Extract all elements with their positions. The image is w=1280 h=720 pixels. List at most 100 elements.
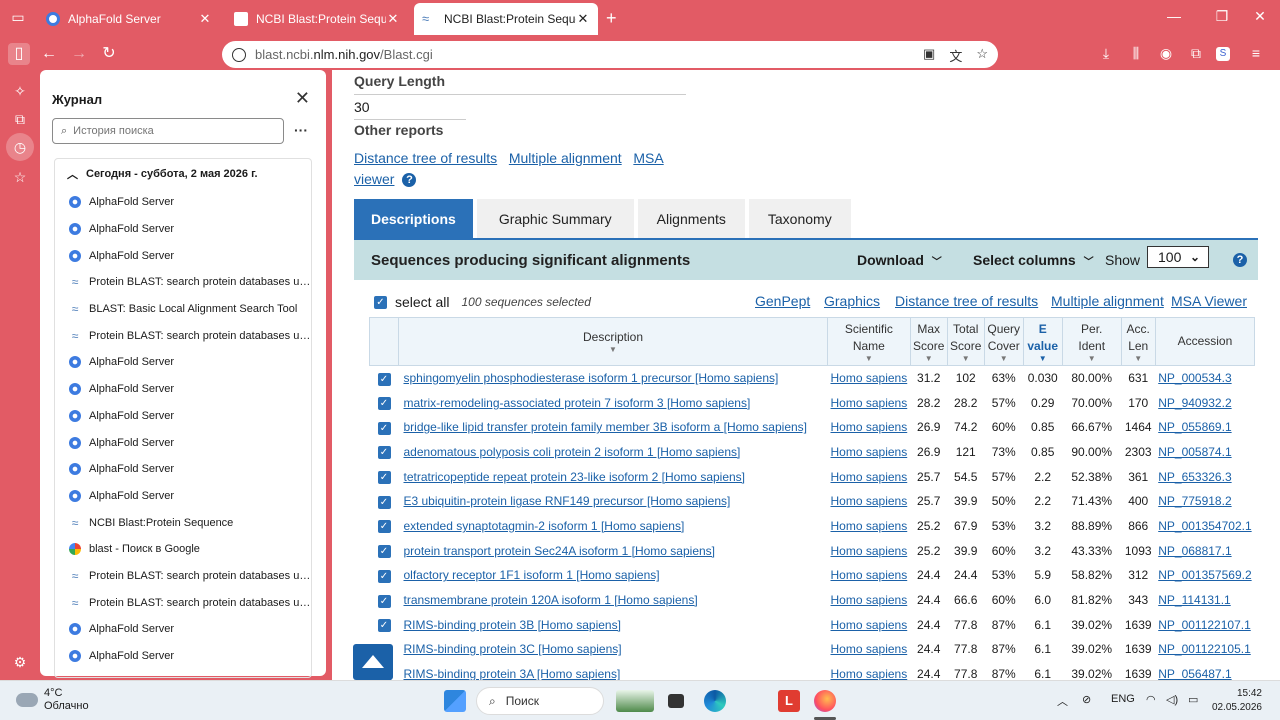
scroll-to-top-button[interactable] bbox=[353, 644, 393, 680]
history-icon[interactable]: ◷ bbox=[6, 133, 34, 161]
extension-badge-icon[interactable]: S bbox=[1216, 47, 1230, 61]
close-icon[interactable]: ✕ bbox=[295, 88, 310, 109]
scientific-name-link[interactable]: Homo sapiens bbox=[831, 667, 908, 680]
row-checkbox[interactable]: ✓ bbox=[377, 545, 391, 559]
history-item[interactable]: ≈ Protein BLAST: search protein databases… bbox=[55, 322, 311, 349]
row-checkbox[interactable]: ✓ bbox=[377, 569, 391, 583]
history-item[interactable]: ≈ Protein BLAST: search protein databases… bbox=[55, 589, 311, 616]
history-item[interactable]: ≈ BLAST: Basic Local Alignment Search Too… bbox=[55, 296, 311, 323]
accession-link[interactable]: NP_775918.2 bbox=[1158, 494, 1231, 508]
history-item[interactable]: blast - Поиск в Google bbox=[55, 536, 311, 563]
app-l-icon[interactable]: L bbox=[778, 690, 800, 712]
chevron-up-icon[interactable]: ︿ bbox=[1057, 693, 1068, 709]
scientific-name-link[interactable]: Homo sapiens bbox=[831, 445, 908, 459]
row-checkbox[interactable]: ✓ bbox=[377, 471, 391, 485]
history-item[interactable]: AlphaFold Server bbox=[55, 376, 311, 403]
reload-icon[interactable]: ↻ bbox=[98, 43, 120, 65]
accession-link[interactable]: NP_940932.2 bbox=[1158, 396, 1231, 410]
history-item[interactable]: AlphaFold Server bbox=[55, 216, 311, 243]
sidebar-toggle-icon[interactable]: ▯ bbox=[8, 43, 30, 65]
column-header-acc-len[interactable]: Acc. Len ▼ bbox=[1120, 317, 1156, 366]
weather-widget[interactable]: 4°C Облачно bbox=[16, 687, 89, 713]
address-bar[interactable]: blast.ncbi.nlm.nih.gov/Blast.cgi ▣ 文 ☆ bbox=[222, 41, 998, 68]
accession-link[interactable]: NP_068817.1 bbox=[1158, 544, 1231, 558]
select-columns-dropdown[interactable]: Select columns ﹀ bbox=[973, 252, 1094, 268]
tab-ncbi-blast-1[interactable]: NCBI Blast:Protein Sequence ✕ bbox=[226, 6, 408, 32]
history-item[interactable]: AlphaFold Server bbox=[55, 616, 311, 643]
tab-alignments[interactable]: Alignments bbox=[637, 199, 745, 239]
accession-link[interactable]: NP_114131.1 bbox=[1158, 593, 1231, 607]
close-tab-icon[interactable]: ✕ bbox=[198, 11, 212, 27]
wifi-icon[interactable]: ◠ bbox=[1146, 693, 1156, 706]
column-header-total-score[interactable]: Total Score ▼ bbox=[946, 317, 985, 366]
row-checkbox[interactable]: ✓ bbox=[377, 520, 391, 534]
row-checkbox[interactable]: ✓ bbox=[377, 495, 391, 509]
downloads-icon[interactable]: ⤓ bbox=[1096, 45, 1116, 62]
tab-graphic-summary[interactable]: Graphic Summary bbox=[476, 199, 634, 239]
scientific-name-link[interactable]: Homo sapiens bbox=[831, 593, 908, 607]
history-item[interactable]: ≈ NCBI Blast:Protein Sequence bbox=[55, 509, 311, 536]
row-checkbox[interactable]: ✓ bbox=[377, 372, 391, 386]
battery-icon[interactable]: ▭ bbox=[1188, 693, 1198, 706]
extensions-icon[interactable]: ⧉ bbox=[1186, 45, 1206, 62]
description-link[interactable]: tetratricopeptide repeat protein 23-like… bbox=[404, 470, 746, 484]
close-window-icon[interactable]: ✕ bbox=[1250, 8, 1270, 25]
description-link[interactable]: bridge-like lipid transfer protein famil… bbox=[404, 420, 808, 434]
msa-viewer-link[interactable]: MSA Viewer bbox=[1171, 293, 1247, 309]
site-info-icon[interactable] bbox=[232, 47, 246, 62]
accession-link[interactable]: NP_001357569.2 bbox=[1158, 568, 1251, 582]
history-item[interactable]: AlphaFold Server bbox=[55, 483, 311, 510]
new-tab-icon[interactable]: + bbox=[606, 8, 617, 29]
description-link[interactable]: olfactory receptor 1F1 isoform 1 [Homo s… bbox=[404, 568, 660, 582]
row-checkbox[interactable]: ✓ bbox=[377, 594, 391, 608]
history-item[interactable]: AlphaFold Server bbox=[55, 189, 311, 216]
accession-link[interactable]: NP_001122105.1 bbox=[1158, 642, 1251, 656]
column-header-percent-identity[interactable]: Per. Ident ▼ bbox=[1061, 317, 1122, 366]
scientific-name-link[interactable]: Homo sapiens bbox=[831, 519, 908, 533]
distance-tree-link[interactable]: Distance tree of results bbox=[354, 150, 497, 166]
widgets-landscape-icon[interactable] bbox=[616, 690, 654, 712]
multiple-alignment-link[interactable]: Multiple alignment bbox=[509, 150, 622, 166]
close-tab-icon[interactable]: ✕ bbox=[576, 11, 590, 27]
row-checkbox[interactable]: ✓ bbox=[377, 421, 391, 435]
history-item[interactable]: AlphaFold Server bbox=[55, 403, 311, 430]
edge-browser-icon[interactable] bbox=[704, 690, 726, 712]
history-item[interactable]: ≈ Protein BLAST: search protein databases… bbox=[55, 269, 311, 296]
row-checkbox[interactable]: ✓ bbox=[377, 397, 391, 411]
reader-view-icon[interactable]: ▣ bbox=[923, 46, 935, 65]
history-item[interactable]: ≈ Protein BLAST: search protein databases… bbox=[55, 563, 311, 590]
tab-ncbi-blast-active[interactable]: ≈ NCBI Blast:Protein Sequence ✕ bbox=[414, 3, 598, 35]
description-link[interactable]: RIMS-binding protein 3B [Homo sapiens] bbox=[404, 618, 621, 632]
history-item[interactable]: AlphaFold Server bbox=[55, 429, 311, 456]
tab-taxonomy[interactable]: Taxonomy bbox=[748, 199, 851, 239]
forward-icon[interactable]: → bbox=[68, 43, 90, 65]
history-search-input[interactable] bbox=[73, 125, 264, 137]
scientific-name-link[interactable]: Homo sapiens bbox=[831, 470, 908, 484]
description-link[interactable]: protein transport protein Sec24A isoform… bbox=[404, 544, 716, 558]
tab-alphafold[interactable]: AlphaFold Server ✕ bbox=[38, 6, 220, 32]
clock[interactable]: 15:42 02.05.2026 bbox=[1210, 687, 1262, 715]
language-indicator[interactable]: ENG bbox=[1111, 693, 1135, 705]
column-header-description[interactable]: Description ▼ bbox=[398, 317, 828, 366]
scientific-name-link[interactable]: Homo sapiens bbox=[831, 618, 908, 632]
description-link[interactable]: extended synaptotagmin-2 isoform 1 [Homo… bbox=[404, 519, 685, 533]
column-header-accession[interactable]: Accession bbox=[1154, 317, 1256, 366]
help-icon[interactable]: ? bbox=[1233, 253, 1247, 267]
history-item[interactable]: AlphaFold Server bbox=[55, 349, 311, 376]
description-link[interactable]: RIMS-binding protein 3C [Homo sapiens] bbox=[404, 642, 622, 656]
column-header-query-cover[interactable]: Query Cover ▼ bbox=[983, 317, 1024, 366]
description-link[interactable]: RIMS-binding protein 3A [Homo sapiens] bbox=[404, 667, 621, 680]
row-checkbox[interactable]: ✓ bbox=[377, 619, 391, 633]
history-item[interactable]: AlphaFold Server bbox=[55, 643, 311, 670]
menu-icon[interactable]: ≡ bbox=[1246, 45, 1266, 61]
description-link[interactable]: matrix-remodeling-associated protein 7 i… bbox=[404, 396, 751, 410]
history-item[interactable]: AlphaFold Server bbox=[55, 456, 311, 483]
accession-link[interactable]: NP_001354702.1 bbox=[1158, 519, 1251, 533]
back-icon[interactable]: ← bbox=[38, 43, 60, 65]
download-dropdown[interactable]: Download ﹀ bbox=[857, 252, 942, 268]
bookmarks-icon[interactable]: ☆ bbox=[10, 167, 30, 187]
settings-gear-icon[interactable]: ⚙ bbox=[10, 652, 30, 672]
scientific-name-link[interactable]: Homo sapiens bbox=[831, 494, 908, 508]
history-group-today[interactable]: ︿ Сегодня - суббота, 2 мая 2026 г. bbox=[55, 159, 311, 189]
column-header-e-value[interactable]: Evalue ▼ bbox=[1022, 317, 1063, 366]
